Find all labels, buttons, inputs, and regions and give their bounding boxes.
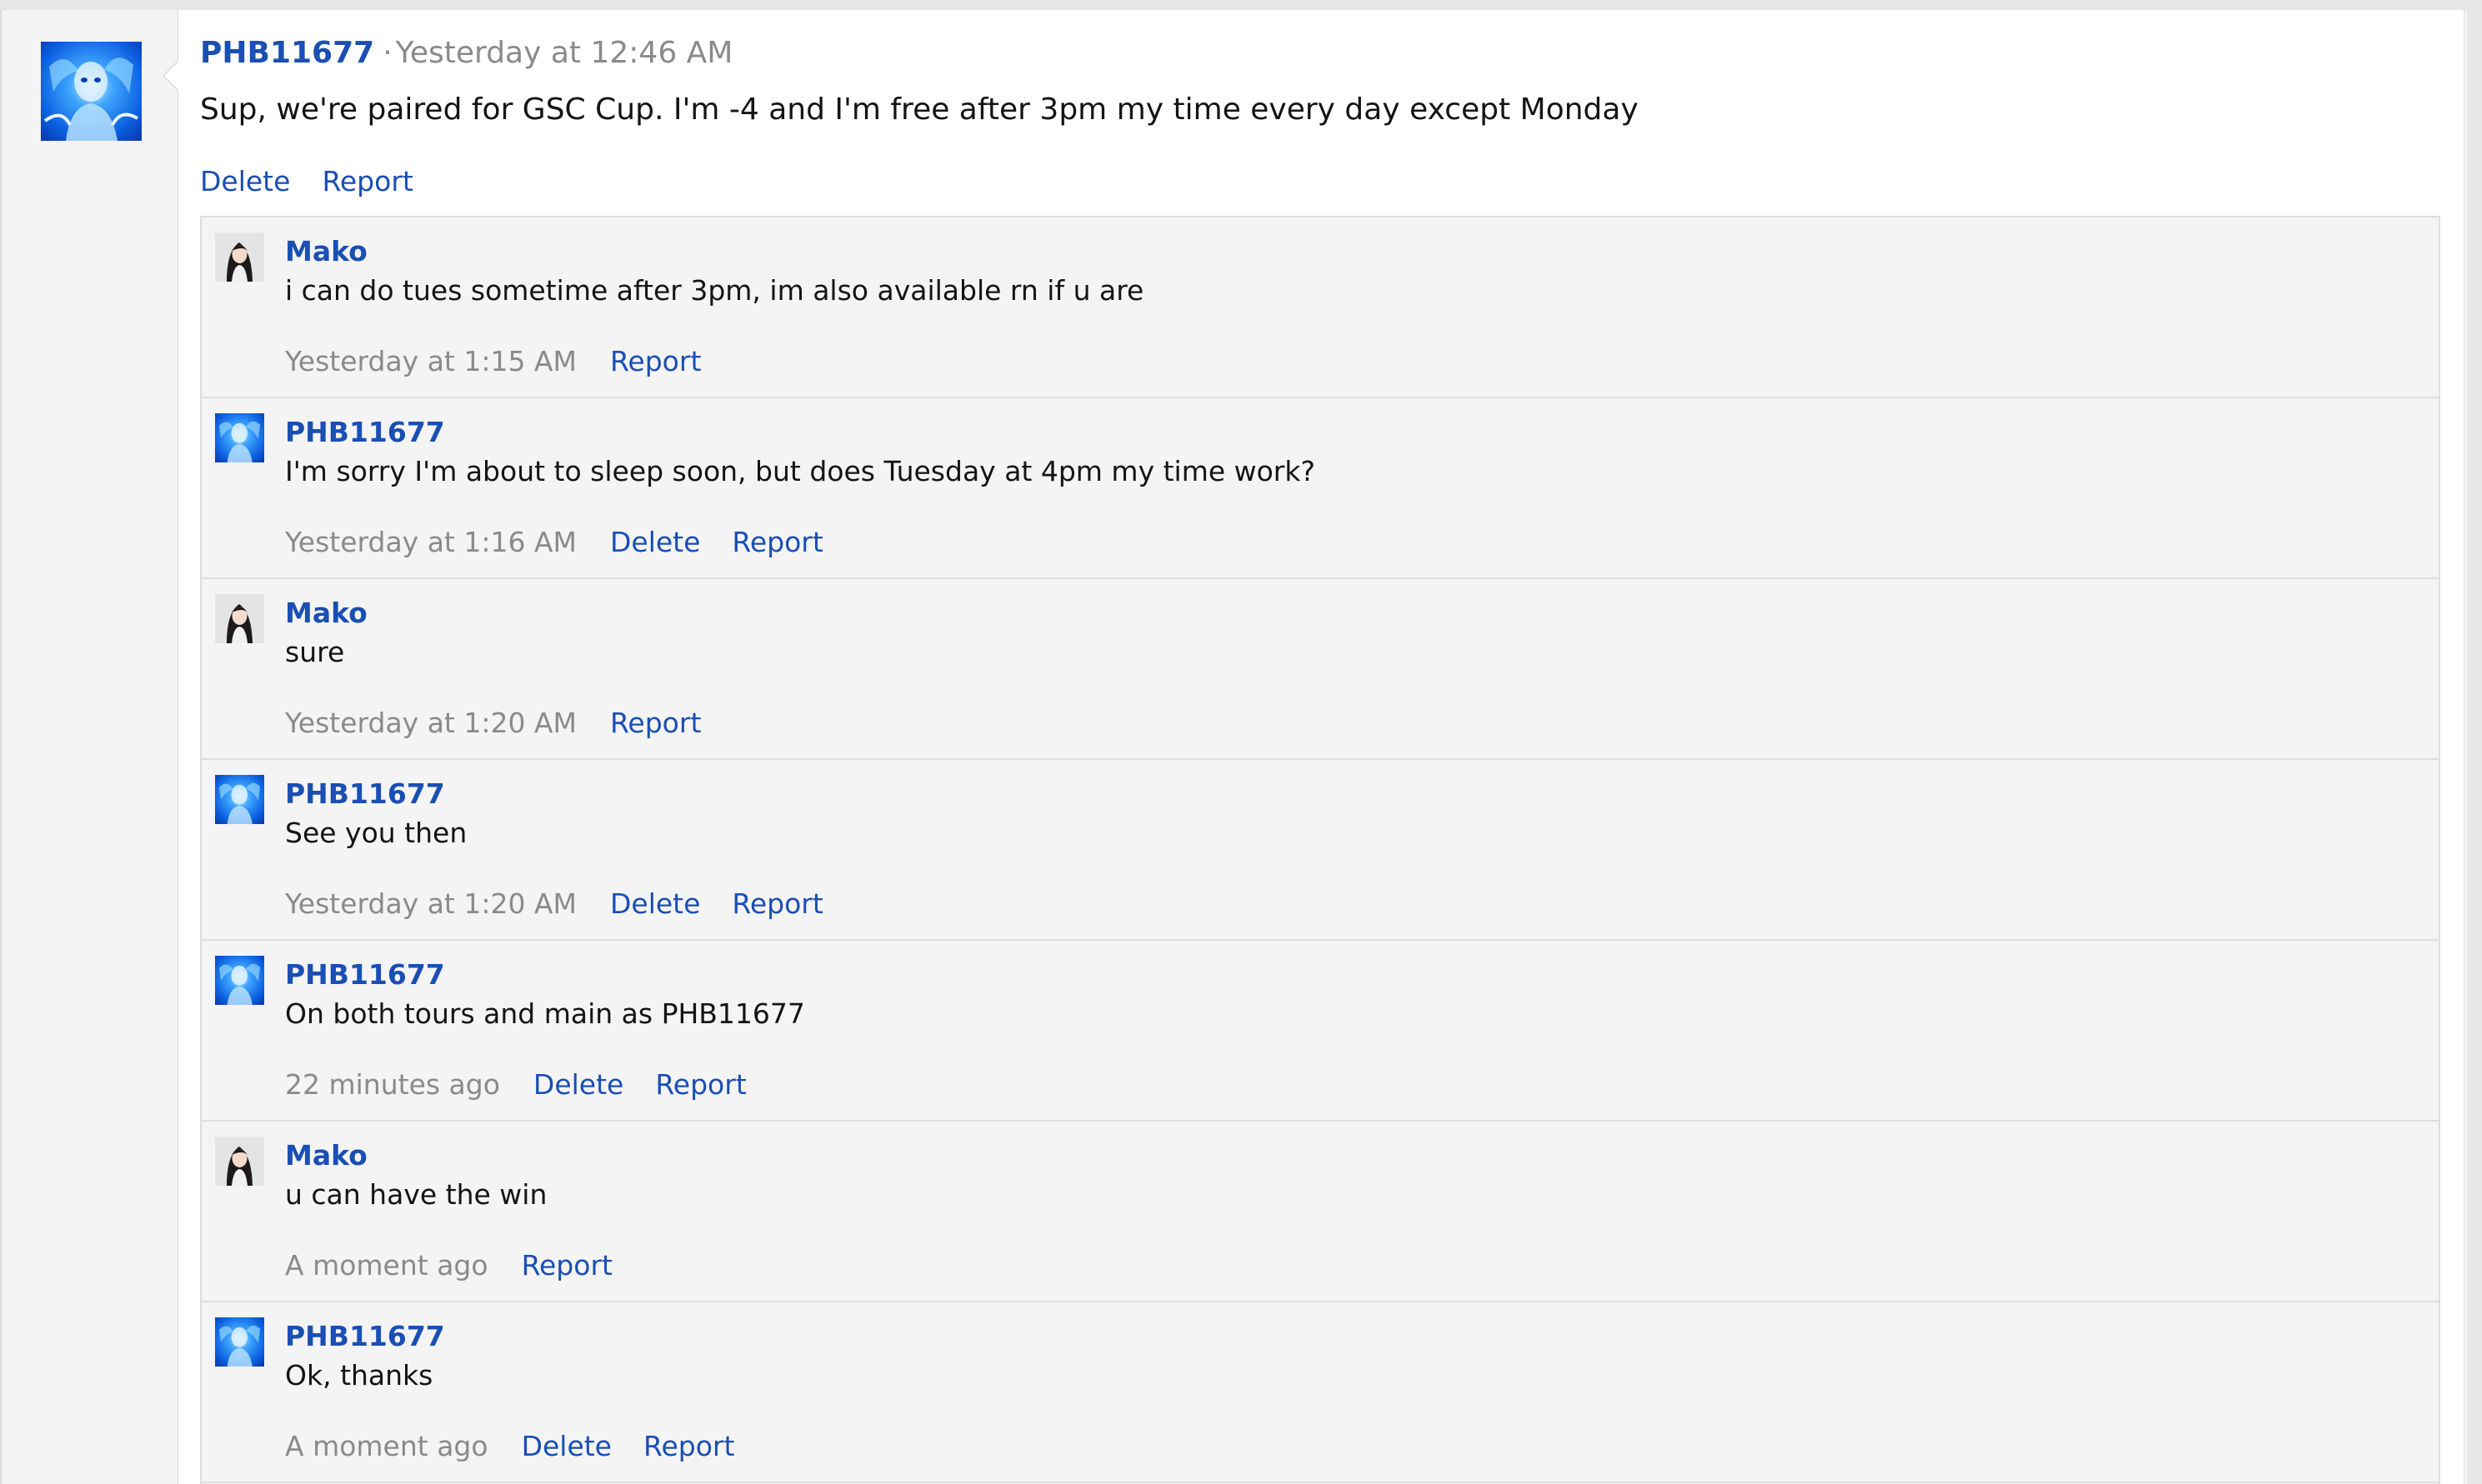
reply-message: I'm sorry I'm about to sleep soon, but d… xyxy=(285,455,1316,487)
reply-item: PHB11677 On both tours and main as PHB11… xyxy=(202,941,2439,1122)
reply-delete-button[interactable]: Delete xyxy=(533,1068,623,1101)
blue-spirit-avatar-icon xyxy=(215,413,264,462)
reply-report-button[interactable]: Report xyxy=(732,887,823,920)
reply-message: i can do tues sometime after 3pm, im als… xyxy=(285,274,1144,307)
reply-list: Mako i can do tues sometime after 3pm, i… xyxy=(200,216,2440,1484)
reply-message: See you then xyxy=(285,817,468,849)
reply-author-link[interactable]: PHB11677 xyxy=(285,414,445,451)
reply-meta: Yesterday at 1:16 AM Delete Report xyxy=(285,524,855,561)
reply-author-avatar[interactable] xyxy=(215,1137,264,1186)
reply-author-avatar[interactable] xyxy=(215,413,264,462)
reply-author-link[interactable]: PHB11677 xyxy=(285,776,445,812)
reply-meta: Yesterday at 1:20 AM Report xyxy=(285,705,733,742)
reply-report-button[interactable]: Report xyxy=(655,1068,746,1101)
girl-avatar-icon xyxy=(215,232,264,282)
reply-message: sure xyxy=(285,636,345,668)
reply-item: PHB11677 I'm sorry I'm about to sleep so… xyxy=(202,398,2439,579)
reply-report-button[interactable]: Report xyxy=(522,1249,613,1282)
reply-report-button[interactable]: Report xyxy=(610,707,701,739)
reply-timestamp[interactable]: A moment ago xyxy=(285,1249,488,1282)
separator-dot: · xyxy=(383,36,393,70)
reply-delete-button[interactable]: Delete xyxy=(522,1430,612,1462)
post-bubble: PHB11677 · Yesterday at 12:46 AM Sup, we'r… xyxy=(163,10,2464,1484)
reply-message: Ok, thanks xyxy=(285,1359,433,1392)
reply-timestamp[interactable]: Yesterday at 1:16 AM xyxy=(285,526,577,558)
reply-meta: Yesterday at 1:20 AM Delete Report xyxy=(285,886,855,922)
reply-timestamp[interactable]: A moment ago xyxy=(285,1430,488,1462)
reply-item: Mako u can have the win A moment ago Repo… xyxy=(202,1122,2439,1302)
reply-meta: A moment ago Delete Report xyxy=(285,1428,766,1465)
reply-author-avatar[interactable] xyxy=(215,232,264,282)
profile-post-area: PHB11677 · Yesterday at 12:46 AM Sup, we'r… xyxy=(0,10,2467,1484)
post-message: Sup, we're paired for GSC Cup. I'm -4 an… xyxy=(200,92,1639,127)
reply-author-avatar[interactable] xyxy=(215,1317,264,1367)
reply-author-avatar[interactable] xyxy=(215,956,264,1005)
post-actions: Delete Report xyxy=(200,162,445,201)
reply-meta: A moment ago Report xyxy=(285,1247,644,1284)
reply-author-link[interactable]: Mako xyxy=(285,595,368,632)
post-delete-button[interactable]: Delete xyxy=(200,165,290,197)
reply-report-button[interactable]: Report xyxy=(610,345,701,377)
reply-item: Mako sure Yesterday at 1:20 AM Report xyxy=(202,579,2439,760)
reply-item: Mako i can do tues sometime after 3pm, i… xyxy=(202,217,2439,398)
reply-delete-button[interactable]: Delete xyxy=(610,887,700,920)
blue-spirit-avatar-icon xyxy=(215,1317,264,1367)
reply-author-avatar[interactable] xyxy=(215,594,264,643)
reply-author-link[interactable]: PHB11677 xyxy=(285,957,445,993)
blue-spirit-avatar-icon xyxy=(215,956,264,1005)
reply-author-link[interactable]: PHB11677 xyxy=(285,1318,445,1355)
reply-timestamp[interactable]: 22 minutes ago xyxy=(285,1068,500,1101)
reply-message: On both tours and main as PHB11677 xyxy=(285,997,805,1030)
blue-spirit-avatar-icon xyxy=(41,42,142,141)
reply-author-link[interactable]: Mako xyxy=(285,1137,368,1174)
post-timestamp[interactable]: Yesterday at 12:46 AM xyxy=(396,36,733,70)
reply-delete-button[interactable]: Delete xyxy=(610,526,700,558)
post-author-avatar[interactable] xyxy=(41,42,142,141)
reply-meta: 22 minutes ago Delete Report xyxy=(285,1067,778,1103)
reply-meta: Yesterday at 1:15 AM Report xyxy=(285,343,733,380)
reply-timestamp[interactable]: Yesterday at 1:20 AM xyxy=(285,707,577,739)
post-header: PHB11677 · Yesterday at 12:46 AM xyxy=(200,33,733,73)
reply-timestamp[interactable]: Yesterday at 1:20 AM xyxy=(285,887,577,920)
post-report-button[interactable]: Report xyxy=(322,165,413,197)
reply-author-link[interactable]: Mako xyxy=(285,233,368,270)
reply-author-avatar[interactable] xyxy=(215,775,264,824)
reply-report-button[interactable]: Report xyxy=(732,526,823,558)
bubble-arrow xyxy=(163,60,179,92)
reply-report-button[interactable]: Report xyxy=(643,1430,734,1462)
reply-message: u can have the win xyxy=(285,1178,548,1211)
post-author-link[interactable]: PHB11677 xyxy=(200,36,374,70)
reply-item: PHB11677 Ok, thanks A moment ago Delete Re… xyxy=(202,1302,2439,1483)
reply-item: PHB11677 See you then Yesterday at 1:20 … xyxy=(202,760,2439,941)
blue-spirit-avatar-icon xyxy=(215,775,264,824)
reply-timestamp[interactable]: Yesterday at 1:15 AM xyxy=(285,345,577,377)
girl-avatar-icon xyxy=(215,594,264,643)
girl-avatar-icon xyxy=(215,1137,264,1186)
